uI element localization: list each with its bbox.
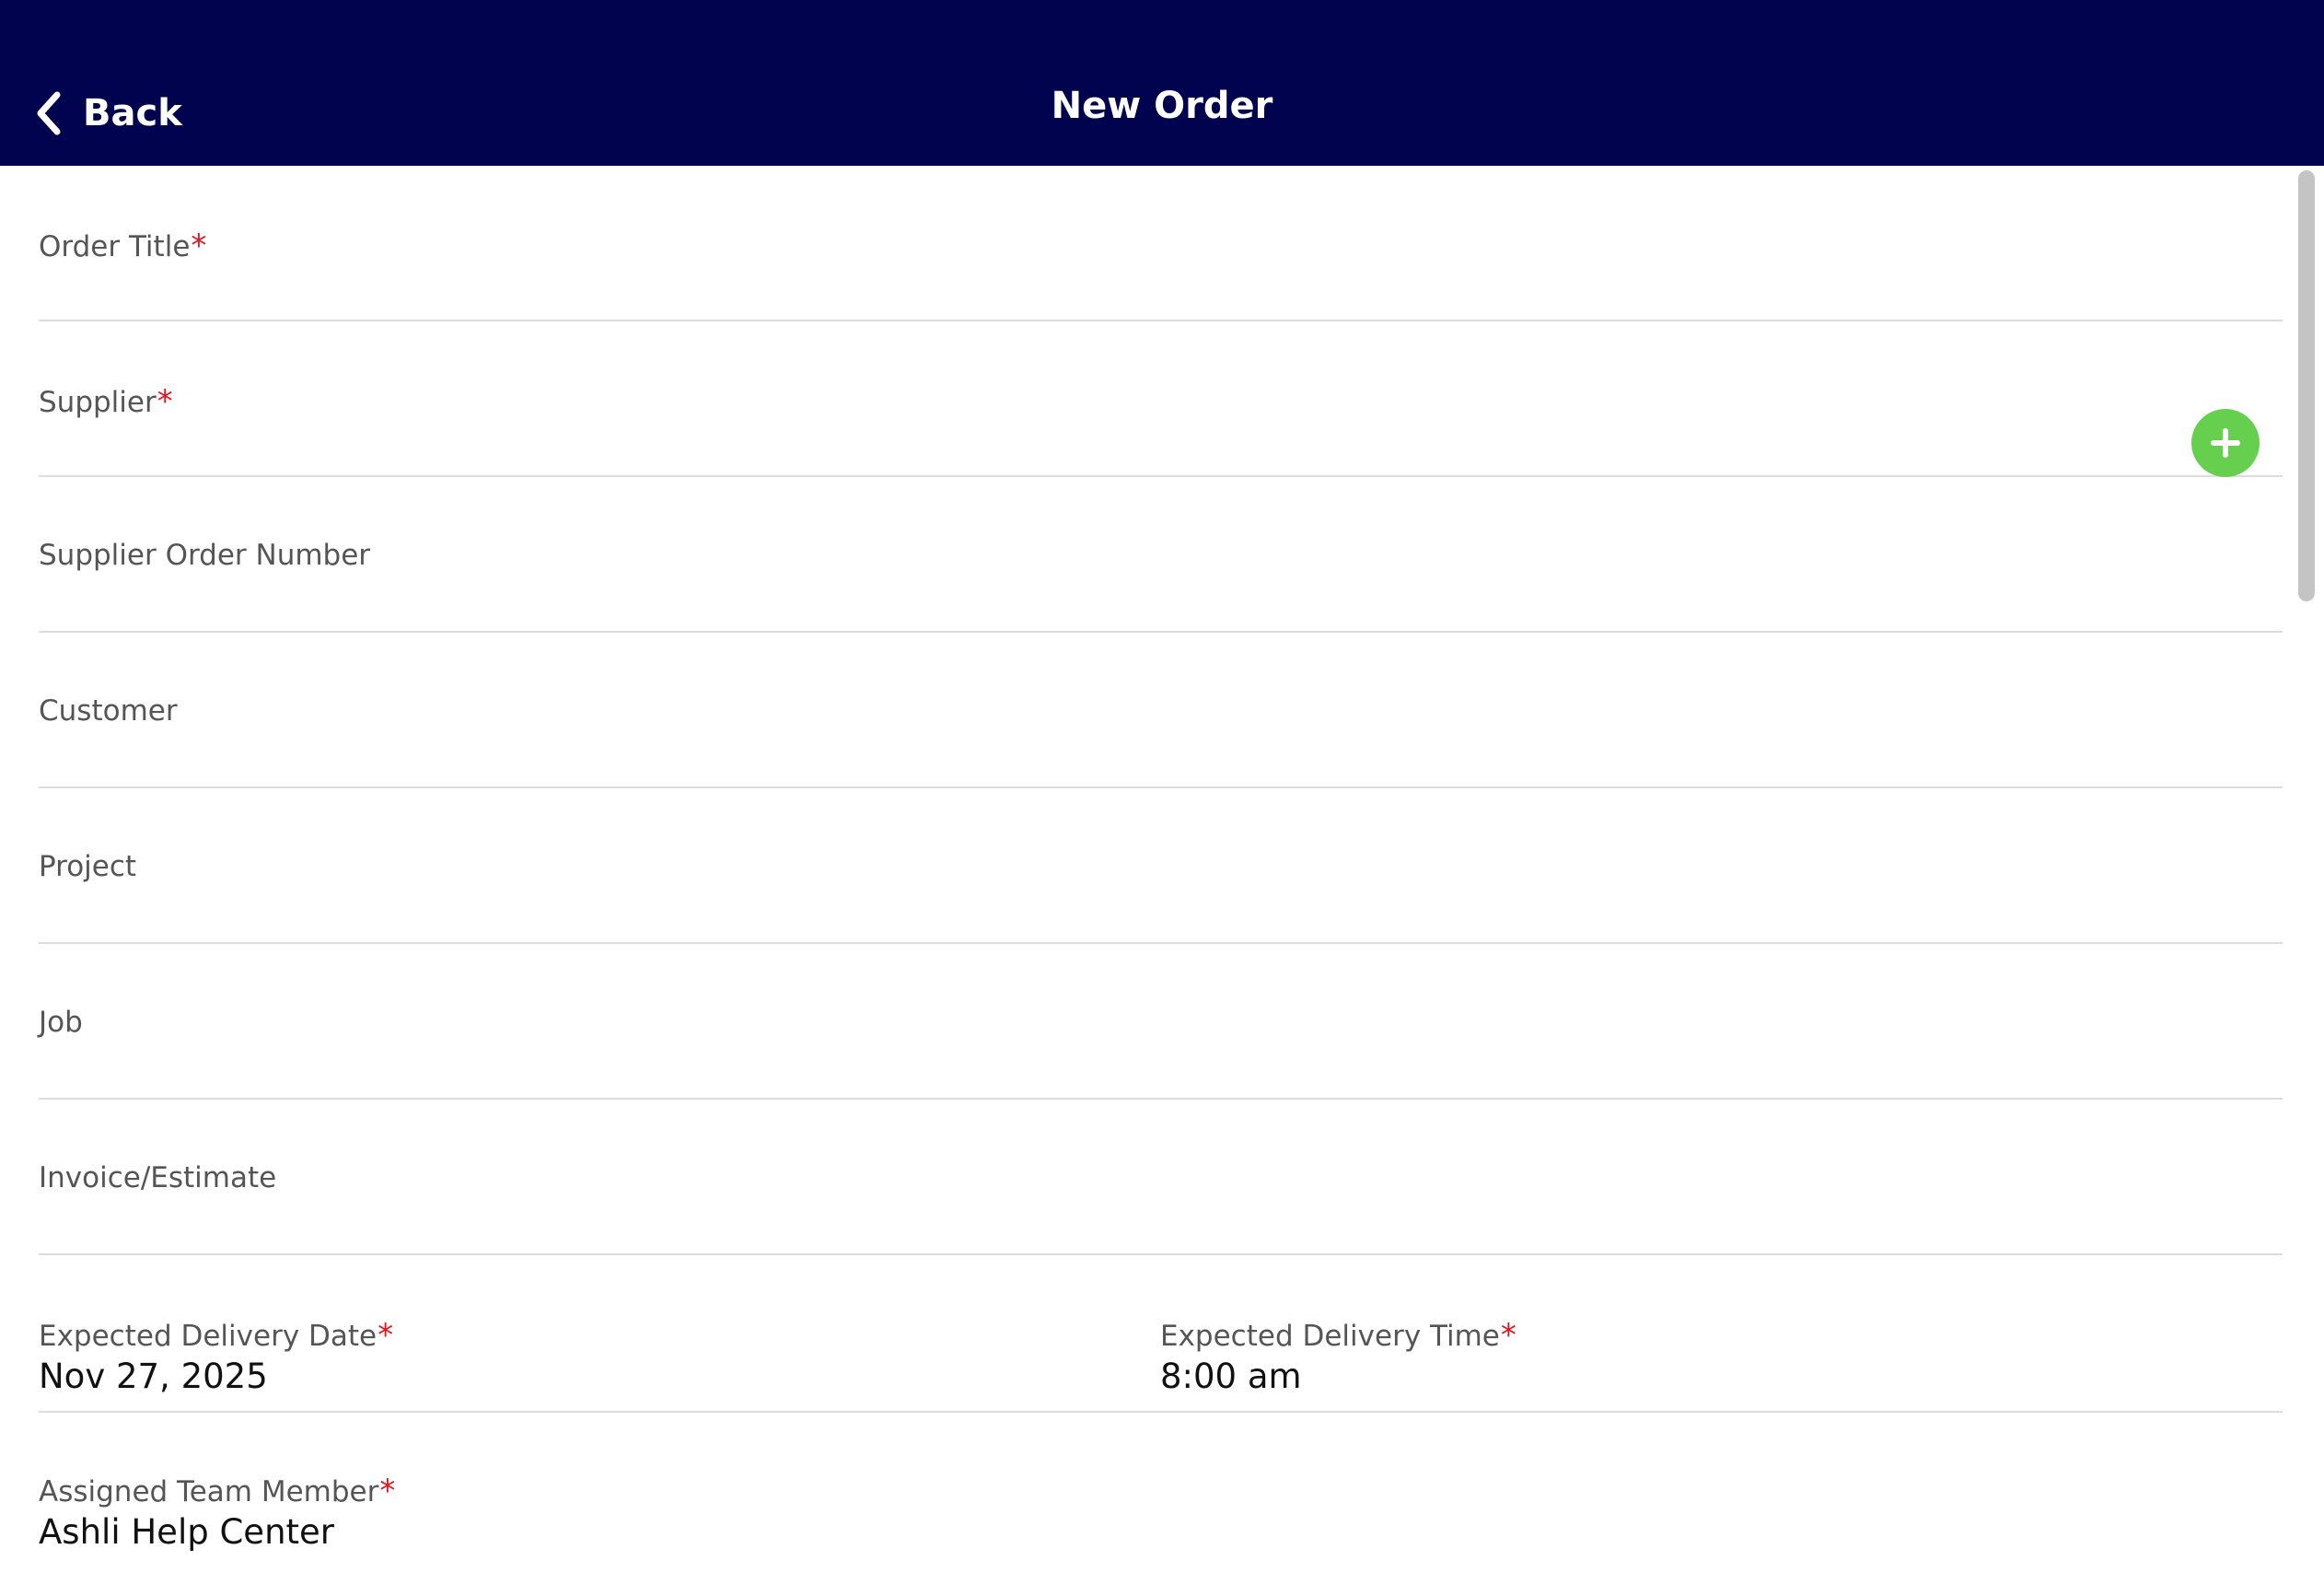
page-title: New Order: [1051, 85, 1273, 127]
add-supplier-button[interactable]: [2191, 409, 2260, 477]
invoice-estimate-label: Invoice/Estimate: [39, 1161, 277, 1194]
expected-delivery-time-field[interactable]: Expected Delivery Time* 8:00 am: [1160, 1255, 2282, 1411]
expected-delivery-date-label: Expected Delivery Date: [39, 1320, 378, 1353]
project-label: Project: [39, 850, 137, 883]
top-nav-bar: Back New Order: [0, 0, 2324, 166]
required-marker: *: [157, 383, 173, 420]
back-button[interactable]: Back: [35, 87, 182, 139]
required-marker: *: [379, 1473, 396, 1509]
order-title-label: Order Title: [39, 230, 191, 263]
expected-delivery-date-value[interactable]: Nov 27, 2025: [39, 1357, 268, 1397]
assigned-team-member-field[interactable]: Assigned Team Member* Ashli Help Center: [39, 1411, 2283, 1567]
expected-delivery-time-label: Expected Delivery Time: [1160, 1320, 1500, 1353]
supplier-input[interactable]: [39, 423, 2064, 469]
required-marker: *: [1500, 1317, 1516, 1354]
required-marker: *: [191, 227, 207, 264]
assigned-team-member-value[interactable]: Ashli Help Center: [39, 1512, 334, 1553]
assigned-team-member-label: Assigned Team Member: [39, 1475, 379, 1508]
order-title-field: Order Title*: [39, 166, 2283, 321]
expected-delivery-time-value[interactable]: 8:00 am: [1160, 1357, 1302, 1397]
supplier-field: Supplier*: [39, 321, 2283, 477]
supplier-order-number-field: Supplier Order Number: [39, 477, 2283, 633]
job-label: Job: [39, 1006, 83, 1039]
supplier-order-number-input[interactable]: [39, 578, 2156, 624]
supplier-order-number-label: Supplier Order Number: [39, 539, 371, 572]
job-input[interactable]: [39, 1045, 2156, 1091]
customer-label: Customer: [39, 694, 178, 728]
order-title-input[interactable]: [39, 267, 2156, 313]
job-field: Job: [39, 944, 2283, 1100]
customer-input[interactable]: [39, 734, 2156, 780]
order-form: Order Title* Supplier* Supplier Order Nu…: [0, 166, 2324, 1584]
plus-icon: [2211, 428, 2240, 458]
project-field: Project: [39, 788, 2283, 944]
invoice-estimate-field: Invoice/Estimate: [39, 1100, 2283, 1255]
back-label: Back: [83, 92, 182, 134]
required-marker: *: [378, 1317, 394, 1354]
vertical-scrollbar[interactable]: [2298, 170, 2315, 601]
project-input[interactable]: [39, 890, 2156, 936]
supplier-label: Supplier: [39, 386, 157, 419]
customer-field: Customer: [39, 633, 2283, 788]
invoice-estimate-input[interactable]: [39, 1201, 2156, 1247]
chevron-left-icon: [37, 91, 61, 135]
expected-delivery-date-field[interactable]: Expected Delivery Date* Nov 27, 2025: [39, 1255, 1160, 1411]
